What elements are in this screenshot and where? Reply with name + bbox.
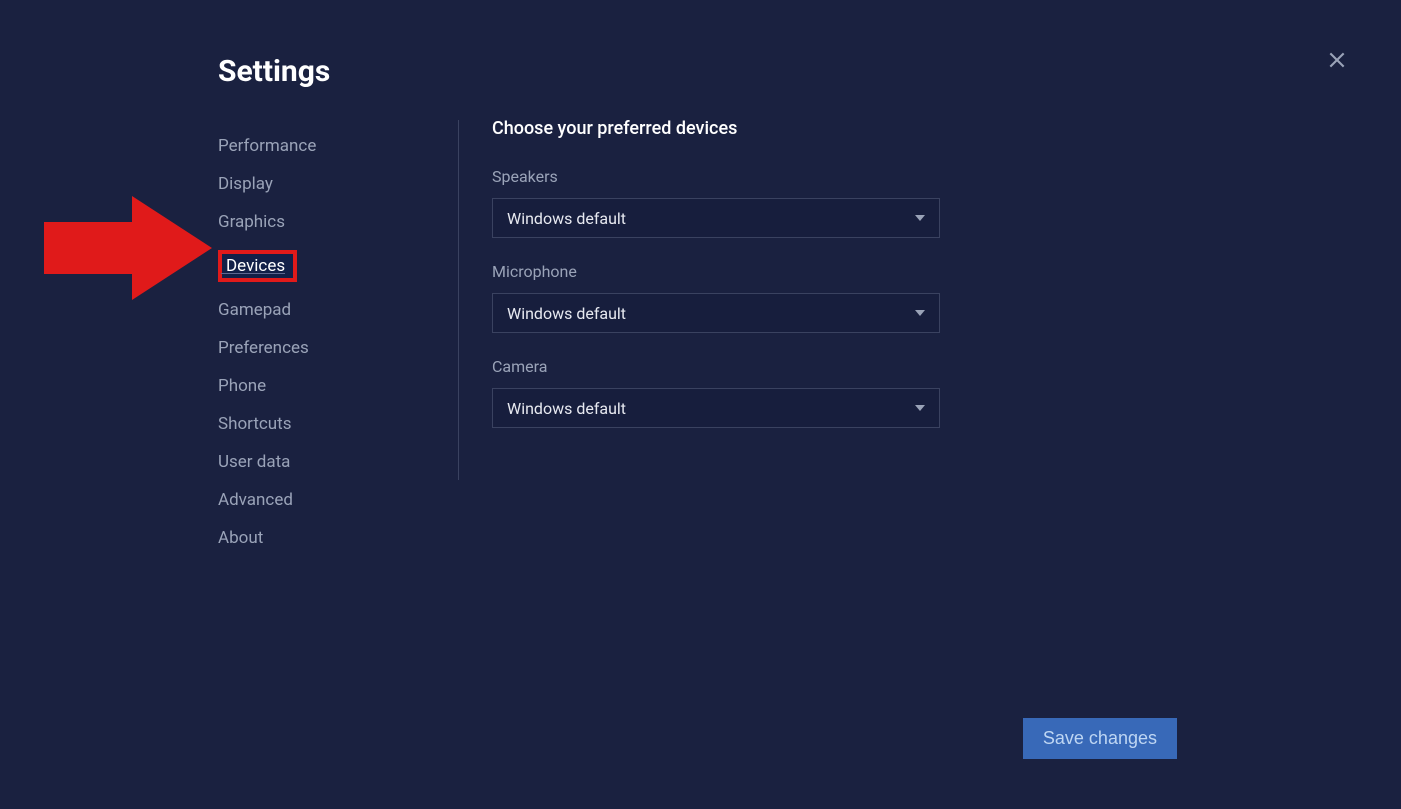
content-area: Choose your preferred devices Speakers Wi… [492,118,1092,452]
save-changes-button[interactable]: Save changes [1023,718,1177,759]
sidebar: Performance Display Graphics Devices Gamepad… [218,127,418,557]
sidebar-item-shortcuts[interactable]: Shortcuts [218,405,418,443]
close-button[interactable] [1325,48,1349,72]
sidebar-item-about[interactable]: About [218,519,418,557]
microphone-dropdown-value: Windows default [507,304,626,323]
microphone-label: Microphone [492,262,1092,281]
sidebar-item-label: Phone [218,376,266,396]
field-speakers: Speakers Windows default [492,167,1092,238]
field-microphone: Microphone Windows default [492,262,1092,333]
sidebar-item-label: About [218,528,263,548]
speakers-dropdown-value: Windows default [507,209,626,228]
camera-dropdown[interactable]: Windows default [492,388,940,428]
sidebar-item-graphics[interactable]: Graphics [218,203,418,241]
speakers-label: Speakers [492,167,1092,186]
sidebar-item-devices[interactable]: Devices [218,241,418,291]
sidebar-divider [458,120,459,480]
sidebar-item-advanced[interactable]: Advanced [218,481,418,519]
sidebar-item-label: Preferences [218,338,309,358]
sidebar-item-label: Shortcuts [218,414,292,434]
content-title: Choose your preferred devices [492,118,1092,139]
chevron-down-icon [915,405,925,411]
sidebar-item-phone[interactable]: Phone [218,367,418,405]
camera-dropdown-value: Windows default [507,399,626,418]
sidebar-item-display[interactable]: Display [218,165,418,203]
annotation-arrow [36,192,214,304]
sidebar-item-gamepad[interactable]: Gamepad [218,291,418,329]
sidebar-item-label: Gamepad [218,300,291,320]
field-camera: Camera Windows default [492,357,1092,428]
sidebar-item-label: Advanced [218,490,293,510]
chevron-down-icon [915,215,925,221]
page-title: Settings [218,54,330,89]
sidebar-item-preferences[interactable]: Preferences [218,329,418,367]
chevron-down-icon [915,310,925,316]
sidebar-item-performance[interactable]: Performance [218,127,418,165]
sidebar-item-label: Graphics [218,212,285,232]
sidebar-item-label: User data [218,452,290,472]
close-icon [1327,50,1347,70]
sidebar-item-label: Performance [218,136,316,156]
settings-panel: Settings Performance Display Graphics Devic… [0,0,1401,809]
sidebar-item-label: Display [218,174,273,194]
speakers-dropdown[interactable]: Windows default [492,198,940,238]
camera-label: Camera [492,357,1092,376]
sidebar-item-label: Devices [218,250,297,282]
microphone-dropdown[interactable]: Windows default [492,293,940,333]
sidebar-item-user-data[interactable]: User data [218,443,418,481]
